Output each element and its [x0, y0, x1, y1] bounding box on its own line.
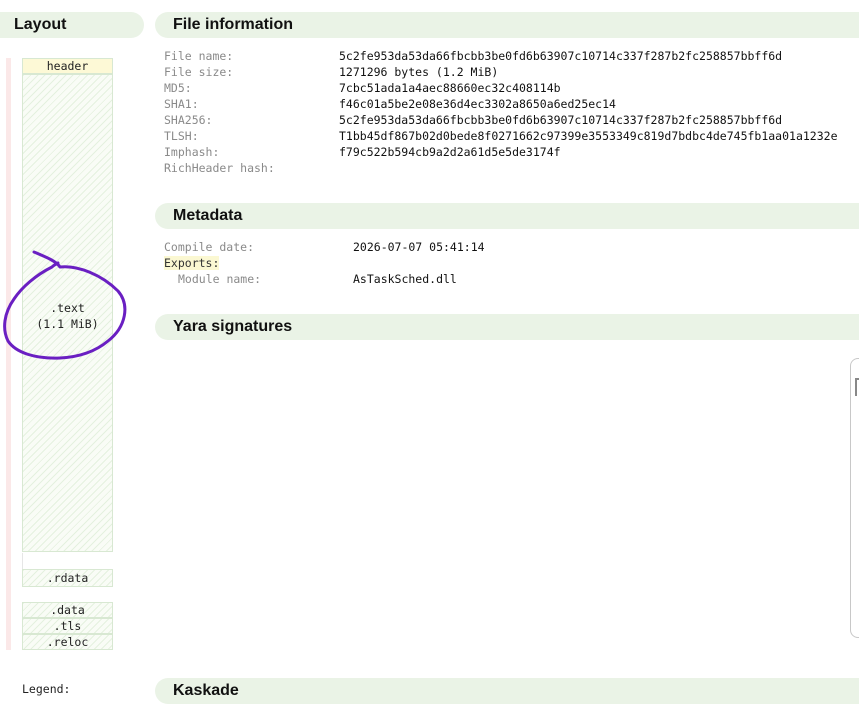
layout-data-label: .data: [50, 603, 85, 617]
sha1-value: f46c01a5be2e08e36d4ec3302a8650a6ed25ec14: [339, 97, 616, 111]
table-row: Module name: AsTaskSched.dll: [164, 271, 485, 287]
table-row: File name: 5c2fe953da53da66fbcbb3be0fd6b6…: [164, 48, 838, 64]
md5-key: MD5:: [164, 81, 192, 95]
layout-section-data-block[interactable]: .data: [22, 602, 113, 618]
imphash-key: Imphash:: [164, 145, 220, 159]
sha256-key: SHA256:: [164, 113, 213, 127]
layout-section-header-block[interactable]: header: [22, 58, 113, 74]
table-row: SHA256: 5c2fe953da53da66fbcbb3be0fd6b6390…: [164, 112, 838, 128]
kaskade-section-header: Kaskade: [155, 678, 859, 704]
side-panel-handle-icon[interactable]: [855, 378, 859, 396]
layout-section-header: Layout: [0, 12, 144, 38]
compile-date-key: Compile date:: [164, 240, 255, 254]
file-information-section-header: File information: [155, 12, 859, 38]
exports-label: Exports:: [164, 256, 220, 270]
table-row: Imphash: f79c522b594cb9a2d2a61d5e5de3174f: [164, 144, 838, 160]
file-information-table: File name: 5c2fe953da53da66fbcbb3be0fd6b6…: [164, 48, 838, 176]
side-panel-edge[interactable]: [850, 358, 859, 638]
annotation-circle: [3, 250, 127, 360]
md5-value: 7cbc51ada1a4aec88660ec32c408114b: [339, 81, 561, 95]
imphash-value: f79c522b594cb9a2d2a61d5e5de3174f: [339, 145, 561, 159]
layout-gap: [22, 553, 114, 569]
file-name-key: File name:: [164, 49, 234, 63]
layout-legend-label: Legend:: [22, 682, 71, 696]
table-row: TLSH: T1bb45df867b02d0bede8f0271662c97399…: [164, 128, 838, 144]
file-size-key: File size:: [164, 65, 234, 79]
table-row: MD5: 7cbc51ada1a4aec88660ec32c408114b: [164, 80, 838, 96]
layout-tls-label: .tls: [53, 619, 82, 633]
layout-rdata-label: .rdata: [46, 571, 89, 585]
file-size-value: 1271296 bytes (1.2 MiB): [339, 65, 499, 79]
table-row: Exports:: [164, 255, 485, 271]
richheader-hash-key: RichHeader hash:: [164, 161, 275, 175]
table-row: RichHeader hash:: [164, 160, 838, 176]
metadata-section-header: Metadata: [155, 203, 859, 229]
file-name-value: 5c2fe953da53da66fbcbb3be0fd6b63907c10714…: [339, 49, 783, 63]
sha256-value: 5c2fe953da53da66fbcbb3be0fd6b63907c10714…: [339, 113, 783, 127]
table-row: File size: 1271296 bytes (1.2 MiB): [164, 64, 838, 80]
table-row: SHA1: f46c01a5be2e08e36d4ec3302a8650a6ed2…: [164, 96, 838, 112]
yara-signatures-section-header: Yara signatures: [155, 314, 859, 340]
layout-section-tls-block[interactable]: .tls: [22, 618, 113, 634]
tlsh-value: T1bb45df867b02d0bede8f0271662c97399e3553…: [339, 129, 838, 143]
module-name-value: AsTaskSched.dll: [353, 272, 457, 286]
sha1-key: SHA1:: [164, 97, 199, 111]
layout-section-rdata-block[interactable]: .rdata: [22, 569, 113, 587]
richheader-hash-value: [339, 160, 838, 176]
layout-header-label: header: [46, 59, 89, 73]
module-name-key: Module name:: [178, 272, 262, 286]
metadata-table: Compile date: 2026-07-07 05:41:14 Exports…: [164, 239, 485, 287]
table-row: Compile date: 2026-07-07 05:41:14: [164, 239, 485, 255]
exports-row-label: Exports:: [164, 255, 353, 271]
layout-section-reloc-block[interactable]: .reloc: [22, 634, 113, 650]
compile-date-value: 2026-07-07 05:41:14: [353, 240, 485, 254]
layout-reloc-label: .reloc: [46, 635, 89, 649]
tlsh-key: TLSH:: [164, 129, 199, 143]
